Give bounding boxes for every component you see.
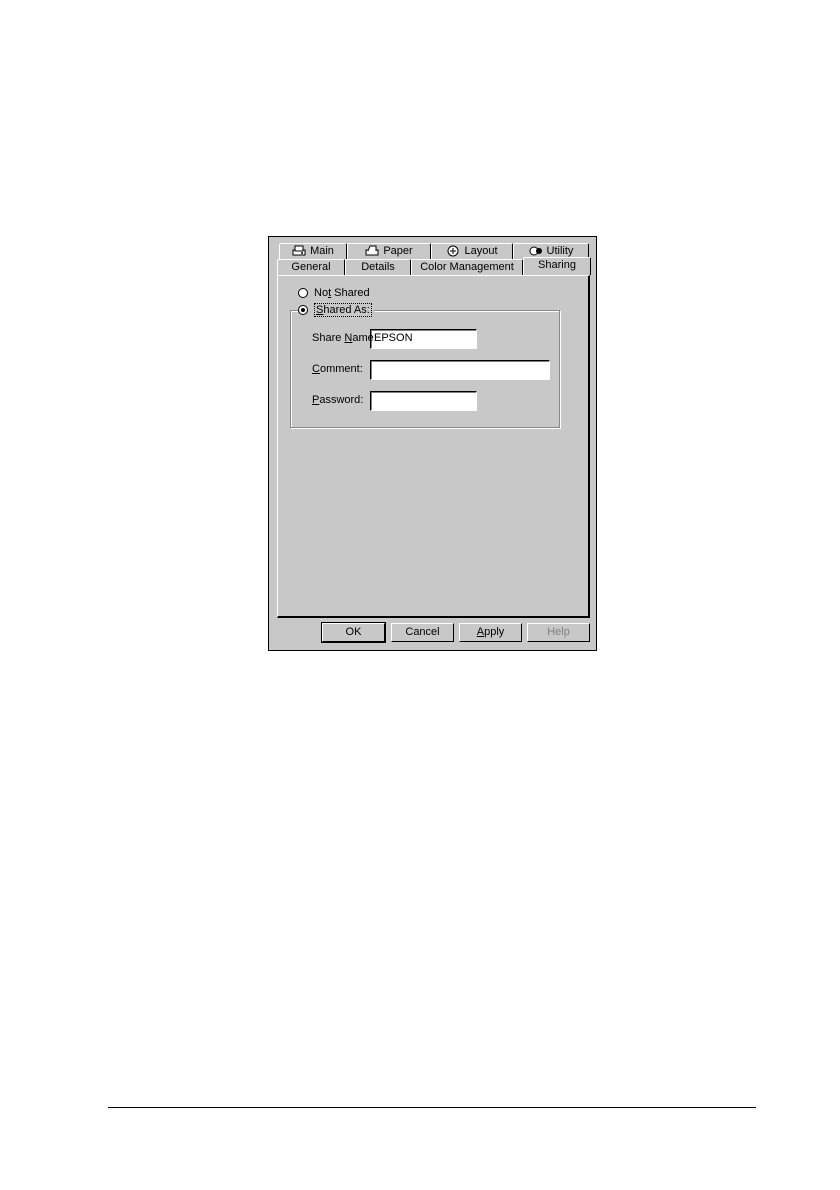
- apply-label: pply: [484, 626, 505, 638]
- tab-sharing-label: Sharing: [538, 259, 576, 271]
- tab-sharing[interactable]: Sharing: [523, 257, 591, 275]
- shared-as-label: Shared As:: [314, 303, 372, 317]
- tab-general-label: General: [291, 261, 331, 273]
- printer-properties-dialog: Main Paper Layout Utility General Detail…: [268, 236, 597, 651]
- tab-layout-label: Layout: [464, 245, 498, 257]
- page-footer-rule: [108, 1107, 756, 1108]
- share-name-label: Share Name:: [312, 332, 377, 344]
- tab-general[interactable]: General: [277, 259, 345, 275]
- tab-layout[interactable]: Layout: [431, 243, 513, 259]
- password-label: Password:: [312, 394, 364, 406]
- apply-accel: A: [476, 626, 485, 638]
- tab-color-management[interactable]: Color Management: [411, 259, 523, 275]
- shared-as-radio[interactable]: [298, 305, 308, 315]
- not-shared-option[interactable]: Not Shared: [298, 286, 370, 300]
- tab-main[interactable]: Main: [279, 243, 347, 259]
- tab-details[interactable]: Details: [345, 259, 411, 275]
- apply-button[interactable]: Apply: [459, 623, 522, 642]
- tab-paper[interactable]: Paper: [347, 243, 431, 259]
- tab-utility-label: Utility: [546, 245, 574, 257]
- tab-color-management-label: Color Management: [420, 261, 514, 273]
- shared-as-option[interactable]: Shared As:: [298, 303, 374, 317]
- help-button[interactable]: Help: [527, 623, 590, 642]
- comment-field[interactable]: [370, 360, 550, 380]
- tab-details-label: Details: [361, 261, 395, 273]
- tab-main-label: Main: [310, 245, 334, 257]
- comment-label: Comment:: [312, 363, 363, 375]
- not-shared-label: Not Shared: [314, 287, 370, 299]
- ok-button[interactable]: OK: [321, 622, 386, 643]
- tab-paper-label: Paper: [383, 245, 413, 257]
- cancel-button[interactable]: Cancel: [391, 623, 454, 642]
- sharing-panel: Not Shared EPSON Shared As: Share Name: …: [277, 275, 590, 618]
- not-shared-radio[interactable]: [298, 288, 308, 298]
- password-field[interactable]: [370, 391, 477, 411]
- share-name-field[interactable]: EPSON: [370, 329, 477, 349]
